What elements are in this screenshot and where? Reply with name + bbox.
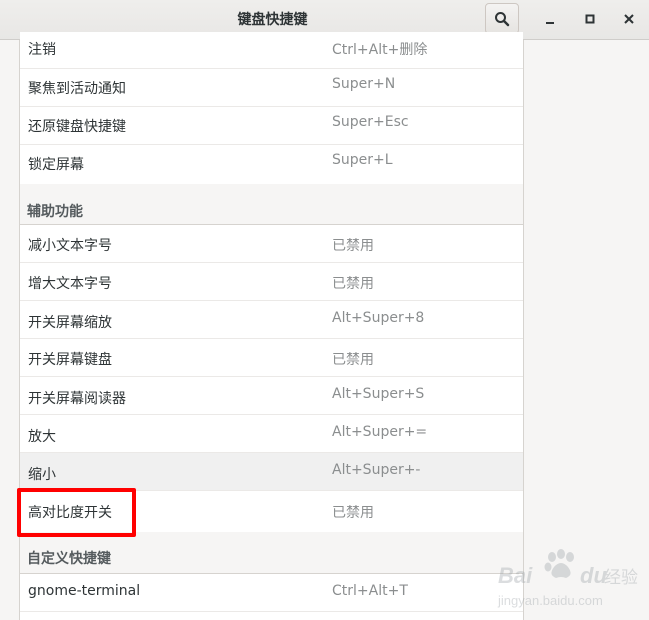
shortcut-row-gnome-terminal[interactable]: gnome-terminal Ctrl+Alt+T — [20, 574, 523, 612]
shortcut-row-high-contrast[interactable]: 高对比度开关 已禁用 — [20, 491, 523, 532]
shortcut-accel: Ctrl+Alt+T — [332, 583, 408, 599]
section-title: 辅助功能 — [27, 204, 83, 220]
shortcut-name: 缩小 — [28, 467, 56, 483]
shortcut-accel: Super+L — [332, 152, 393, 168]
shortcut-row-toggle-osk[interactable]: 开关屏幕键盘 已禁用 — [20, 339, 523, 377]
shortcut-accel: Super+N — [332, 76, 396, 92]
shortcut-row-restore-shortcuts[interactable]: 还原键盘快捷键 Super+Esc — [20, 107, 523, 145]
shortcut-row-zoom-out[interactable]: 缩小 Alt+Super+- — [20, 453, 523, 491]
shortcut-accel: 已禁用 — [332, 352, 374, 368]
shortcut-accel: Alt+Super+= — [332, 424, 428, 440]
shortcut-name: 减小文本字号 — [28, 238, 112, 254]
shortcut-row-toggle-screen-reader[interactable]: 开关屏幕阅读器 Alt+Super+S — [20, 377, 523, 415]
shortcut-row-lock-screen[interactable]: 锁定屏幕 Super+L — [20, 145, 523, 184]
shortcut-accel: Alt+Super+S — [332, 386, 425, 402]
shortcut-name: 开关屏幕缩放 — [28, 315, 112, 331]
shortcut-name: 高对比度开关 — [28, 505, 112, 521]
shortcut-name: 还原键盘快捷键 — [28, 119, 126, 135]
shortcut-accel: Alt+Super+- — [332, 462, 421, 478]
shortcut-accel: Alt+Super+8 — [332, 310, 425, 326]
maximize-button[interactable] — [578, 8, 602, 30]
shortcut-list: 注销 Ctrl+Alt+删除 聚焦到活动通知 Super+N 还原键盘快捷键 S… — [19, 32, 524, 620]
shortcut-name: gnome-terminal — [28, 583, 141, 599]
shortcut-row-zoom-in[interactable]: 放大 Alt+Super+= — [20, 415, 523, 453]
search-button[interactable] — [485, 3, 519, 34]
shortcut-name: 锁定屏幕 — [28, 157, 84, 173]
minimize-button[interactable] — [538, 8, 562, 30]
shortcut-name: 注销 — [28, 42, 56, 58]
svg-text:经验: 经验 — [604, 568, 638, 588]
shortcut-accel: Ctrl+Alt+删除 — [332, 42, 428, 58]
shortcut-row-logout[interactable]: 注销 Ctrl+Alt+删除 — [20, 32, 523, 69]
shortcut-row-toggle-zoom[interactable]: 开关屏幕缩放 Alt+Super+8 — [20, 301, 523, 339]
section-header-accessibility: 辅助功能 — [20, 184, 523, 225]
minimize-icon — [546, 22, 554, 24]
svg-text:du: du — [580, 563, 607, 588]
shortcut-row-decrease-text[interactable]: 减小文本字号 已禁用 — [20, 225, 523, 263]
shortcut-row-focus-notification[interactable]: 聚焦到活动通知 Super+N — [20, 69, 523, 107]
shortcut-accel: 已禁用 — [332, 505, 374, 521]
shortcut-name: 开关屏幕键盘 — [28, 352, 112, 368]
shortcut-name: 开关屏幕阅读器 — [28, 391, 126, 407]
shortcut-accel: 已禁用 — [332, 238, 374, 254]
maximize-icon — [585, 14, 595, 24]
shortcut-name: 放大 — [28, 429, 56, 445]
search-icon — [495, 11, 510, 26]
shortcut-accel: Super+Esc — [332, 114, 409, 130]
shortcut-row-add[interactable] — [20, 612, 523, 620]
section-header-custom: 自定义快捷键 — [20, 532, 523, 574]
section-title: 自定义快捷键 — [27, 551, 111, 567]
shortcut-accel: 已禁用 — [332, 276, 374, 292]
shortcut-row-increase-text[interactable]: 增大文本字号 已禁用 — [20, 263, 523, 301]
shortcut-name: 聚焦到活动通知 — [28, 81, 126, 97]
close-button[interactable] — [617, 8, 641, 30]
shortcut-name: 增大文本字号 — [28, 276, 112, 292]
close-icon — [624, 14, 634, 24]
